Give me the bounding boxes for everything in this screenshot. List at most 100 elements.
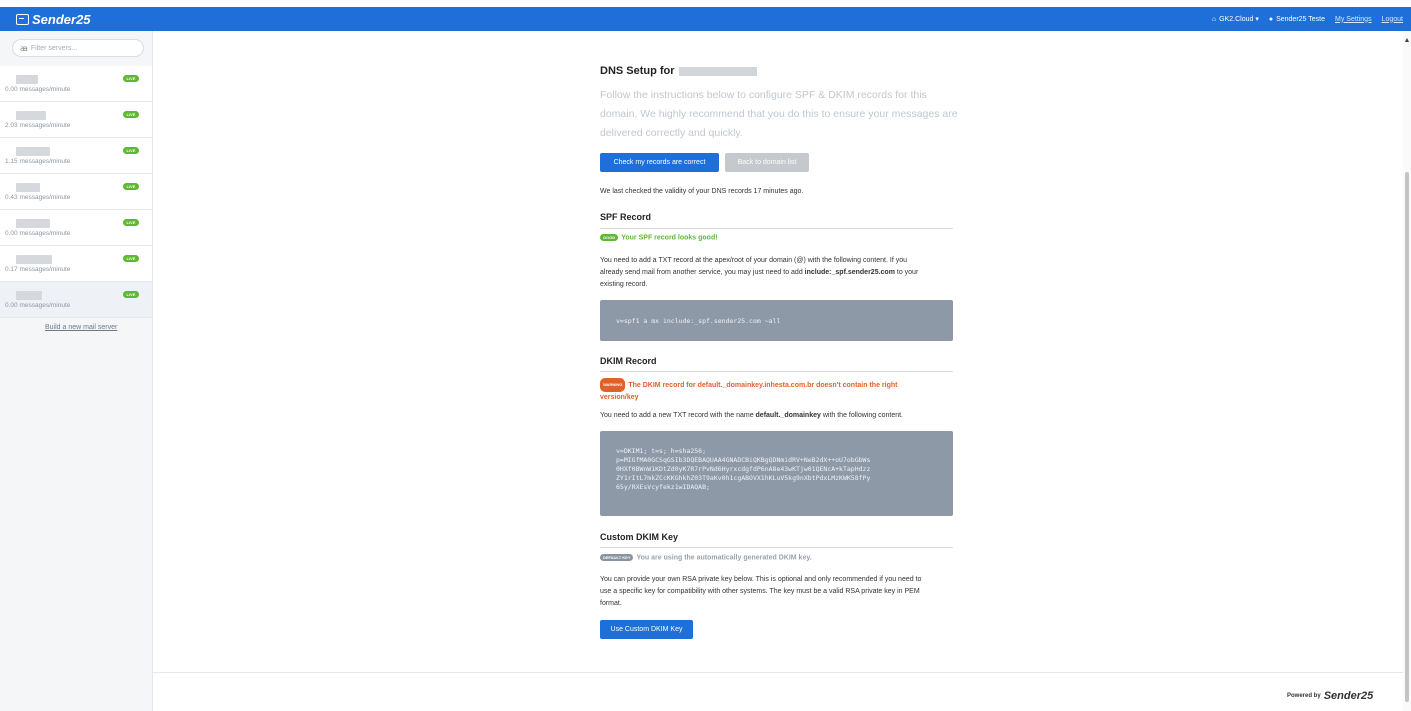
default-key-badge: DEFAULT KEY <box>600 554 634 561</box>
user-menu[interactable]: ● Sender25 Teste <box>1269 16 1325 23</box>
dkim-record-value: v=DKIM1; t=s; h=sha256; p=MIGfMA0GCSqGSIb… <box>616 447 870 492</box>
page-title-text: DNS Setup for <box>600 65 675 77</box>
check-records-button[interactable]: Check my records are correct <box>600 153 719 172</box>
dkim-divider <box>600 371 953 372</box>
powered-by: Powered by Sender25 <box>1287 690 1373 702</box>
bank-icon: ⌂ <box>1211 15 1217 23</box>
dkim-heading: DKIM Record <box>600 356 657 366</box>
my-settings-link[interactable]: My Settings <box>1335 16 1372 23</box>
spf-record-value: v=spf1 a mx include:_spf.sender25.com ~a… <box>616 317 781 325</box>
search-icon: ꜳ <box>20 43 28 53</box>
logo-icon <box>16 13 29 25</box>
spf-desc-text: already send mail from another service, … <box>600 269 805 276</box>
scrollbar-thumb[interactable] <box>1405 172 1409 702</box>
warning-badge: WARNING <box>600 378 626 392</box>
footer-divider <box>153 672 1403 673</box>
server-item[interactable]: LIVE 0.00 messages/minute <box>0 66 152 102</box>
server-name-redacted <box>16 291 42 300</box>
dkim-record-box[interactable]: v=DKIM1; t=s; h=sha256; p=MIGfMA0GCSqGSIb… <box>600 431 953 516</box>
live-badge: LIVE <box>123 111 139 118</box>
filter-servers-input[interactable]: ꜳ Filter servers... <box>12 39 144 57</box>
custom-dkim-heading: Custom DKIM Key <box>600 532 679 542</box>
server-item[interactable]: LIVE 0.43 messages/minute <box>0 174 152 210</box>
server-rate: 0.00 messages/minute <box>5 302 71 309</box>
spf-desc-text: to your <box>894 269 919 276</box>
server-item[interactable]: LIVE 1.15 messages/minute <box>0 138 152 174</box>
custom-dkim-status: DEFAULT KEY You are using the automatical… <box>600 554 812 561</box>
custom-dkim-desc-line: format. <box>600 600 622 607</box>
back-to-domain-list-button[interactable]: Back to domain list <box>725 153 809 172</box>
custom-dkim-description: You can provide your own RSA private key… <box>600 574 960 610</box>
server-item[interactable]: LIVE 0.17 messages/minute <box>0 246 152 282</box>
live-badge: LIVE <box>123 255 139 262</box>
spf-description: You need to add a TXT record at the apex… <box>600 255 960 291</box>
live-badge: LIVE <box>123 291 139 298</box>
top-nav-menu: ⌂ GK2.Cloud ▾ ● Sender25 Teste My Settin… <box>1202 15 1403 24</box>
spf-record-box[interactable]: v=spf1 a mx include:_spf.sender25.com ~a… <box>600 300 953 341</box>
dkim-desc-text: You need to add a new TXT record with th… <box>600 412 756 419</box>
server-rate: 0.43 messages/minute <box>5 194 71 201</box>
server-item-selected[interactable]: LIVE 0.00 messages/minute <box>0 282 152 318</box>
dkim-record-line: p=MIGfMA0GCSqGSIb3DQEBAQUAA4GNADCBiQKBgQ… <box>616 456 871 464</box>
server-name-redacted <box>16 255 52 264</box>
server-name-redacted <box>16 183 40 192</box>
use-custom-dkim-key-button[interactable]: Use Custom DKIM Key <box>600 620 693 639</box>
server-rate: 0.00 messages/minute <box>5 86 71 93</box>
brand-name: Sender25 <box>32 11 91 27</box>
filter-placeholder: Filter servers... <box>30 44 78 52</box>
server-name-redacted <box>16 111 46 120</box>
dkim-status-text: The DKIM record for default._domainkey.i… <box>628 381 898 389</box>
spf-desc-line: You need to add a TXT record at the apex… <box>600 257 907 264</box>
live-badge: LIVE <box>123 219 139 226</box>
custom-dkim-desc-line: use a specific key for compatibility wit… <box>600 588 920 595</box>
server-rate: 2.03 messages/minute <box>5 122 71 129</box>
server-item[interactable]: LIVE 2.03 messages/minute <box>0 102 152 138</box>
org-switcher[interactable]: ⌂ GK2.Cloud ▾ <box>1211 15 1259 24</box>
server-list: LIVE 0.00 messages/minute LIVE 2.03 mess… <box>0 66 152 318</box>
server-rate: 1.15 messages/minute <box>5 158 71 165</box>
footer-logo: Sender25 <box>1323 690 1374 702</box>
brand-logo[interactable]: Sender25 <box>16 12 91 27</box>
custom-dkim-desc-line: You can provide your own RSA private key… <box>600 576 922 583</box>
dkim-status-text: version/key <box>600 394 639 401</box>
dkim-record-name: default._domainkey <box>755 412 821 419</box>
page-title: DNS Setup for <box>600 65 757 77</box>
dkim-record-line: 0HXf0BWnW1KDtZd0yK7R7rPvNd6HyrxcdgfdP6nA… <box>616 465 871 473</box>
spf-status-text: Your SPF record looks good! <box>621 234 718 242</box>
server-name-redacted <box>16 75 38 84</box>
user-icon: ● <box>1268 15 1274 23</box>
server-rate: 0.17 messages/minute <box>5 266 71 273</box>
dkim-record-line: 65y/RXEsVcyfekz1wIDAQAB; <box>616 483 710 491</box>
last-checked-text: We last checked the validity of your DNS… <box>600 188 804 195</box>
server-rate: 0.00 messages/minute <box>5 230 71 237</box>
spf-divider <box>600 228 953 229</box>
build-server-link[interactable]: Build a new mail server <box>45 324 117 331</box>
powered-by-text: Powered by <box>1287 693 1321 699</box>
org-label: GK2.Cloud ▾ <box>1219 16 1259 23</box>
sidebar: ꜳ Filter servers... LIVE 0.00 messages/m… <box>0 31 153 711</box>
intro-text: Follow the instructions below to configu… <box>600 89 958 139</box>
server-name-redacted <box>16 219 50 228</box>
server-name-redacted <box>16 147 50 156</box>
scroll-up-arrow-icon[interactable]: ▲ <box>1403 37 1411 44</box>
dkim-record-line: ZY1rItL7mkZCcKKGhkhZ03T9aKv0h1cgABOVX1hK… <box>616 474 871 482</box>
domain-redacted <box>678 66 757 76</box>
custom-dkim-status-text: You are using the automatically generate… <box>636 554 812 562</box>
spf-status: GOOD Your SPF record looks good! <box>600 234 718 241</box>
top-navbar: Sender25 ⌂ GK2.Cloud ▾ ● Sender25 Teste … <box>0 7 1411 31</box>
dkim-record-line: v=DKIM1; t=s; h=sha256; <box>616 447 707 455</box>
user-label: Sender25 Teste <box>1276 15 1325 23</box>
live-badge: LIVE <box>123 147 139 154</box>
logout-link[interactable]: Logout <box>1382 16 1403 23</box>
spf-desc-line: existing record. <box>600 281 648 288</box>
dkim-description: You need to add a new TXT record with th… <box>600 410 960 422</box>
server-item[interactable]: LIVE 0.00 messages/minute <box>0 210 152 246</box>
live-badge: LIVE <box>123 183 139 190</box>
dkim-desc-text: with the following content. <box>820 412 903 419</box>
custom-dkim-divider <box>600 547 953 548</box>
good-badge: GOOD <box>600 234 619 241</box>
spf-desc-line: already send mail from another service, … <box>600 267 960 279</box>
dkim-status: WARNING The DKIM record for default._doma… <box>600 378 960 404</box>
spf-include-value: include:_spf.sender25.com <box>804 269 895 276</box>
spf-heading: SPF Record <box>600 212 652 222</box>
